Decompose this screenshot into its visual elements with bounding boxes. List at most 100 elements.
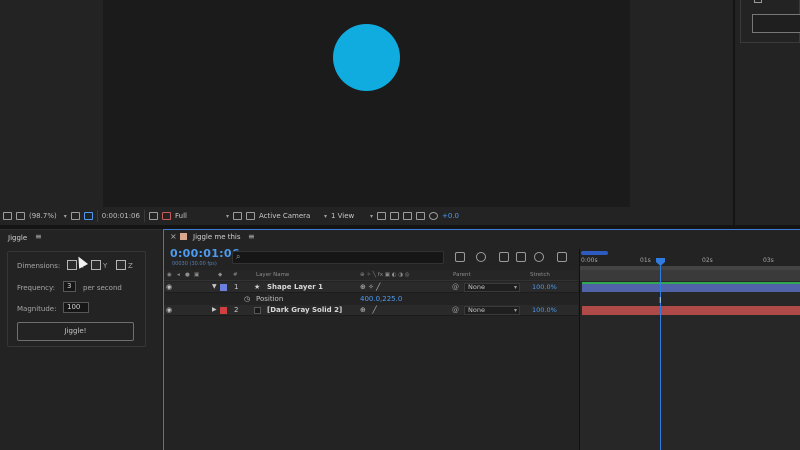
property-row[interactable]: ◷ Position 400.0,225.0 bbox=[164, 294, 578, 305]
stopwatch-icon[interactable]: ◷ bbox=[244, 295, 250, 303]
chevron-down-icon: ▾ bbox=[513, 284, 517, 291]
resolution-select[interactable]: Full ▾ bbox=[175, 212, 229, 220]
motion-blur-icon[interactable] bbox=[534, 252, 544, 262]
track-area[interactable] bbox=[579, 270, 800, 450]
pickwhip-icon[interactable]: @ bbox=[452, 283, 459, 291]
chevron-down-icon: ▾ bbox=[369, 212, 373, 220]
shape-star-icon: ★ bbox=[254, 283, 261, 291]
panel-menu-icon[interactable]: ≡ bbox=[248, 232, 255, 241]
comp-tab-title[interactable]: Jiggle me this bbox=[193, 233, 241, 241]
column-stretch[interactable]: Stretch bbox=[530, 272, 550, 278]
layer-row[interactable]: ◉ ▼ 1 ★ Shape Layer 1 ⊕ ✧ ╱ @ None ▾ 100… bbox=[164, 282, 578, 293]
shape-layer-circle[interactable] bbox=[333, 24, 400, 91]
ruler-tick: 01s bbox=[640, 257, 651, 264]
always-preview-icon[interactable] bbox=[3, 212, 12, 220]
solid-icon bbox=[254, 307, 261, 314]
magnitude-input[interactable]: 100 bbox=[63, 302, 89, 313]
comp-tab-swatch bbox=[180, 233, 187, 240]
camera-select[interactable]: Active Camera ▾ bbox=[259, 212, 327, 220]
exposure-icon[interactable] bbox=[428, 212, 438, 220]
exposure-value[interactable]: +0.0 bbox=[442, 212, 459, 220]
switches-icon[interactable]: ⊕ ✧ ╲ fx ▣ ◐ ◑ ◎ bbox=[360, 272, 410, 278]
label-tag-icon[interactable]: ◆ bbox=[218, 272, 222, 278]
layer-name[interactable]: Shape Layer 1 bbox=[267, 283, 323, 291]
show-channel-icon[interactable] bbox=[161, 212, 171, 220]
switches-icon[interactable]: ⊕ ╱ bbox=[360, 306, 377, 314]
ruler-tick: 0:00s bbox=[581, 257, 598, 264]
eye-icon[interactable]: ◉ bbox=[166, 283, 172, 291]
layer-number: 1 bbox=[234, 283, 239, 291]
chevron-down-icon: ▾ bbox=[323, 212, 327, 220]
frequency-input[interactable]: 3 bbox=[63, 281, 76, 292]
parent-value: None bbox=[468, 306, 485, 314]
divider bbox=[96, 210, 98, 222]
comp-mini-flowchart-icon[interactable] bbox=[455, 252, 465, 262]
draft-3d-icon[interactable] bbox=[476, 252, 486, 262]
parent-select[interactable]: None ▾ bbox=[464, 306, 520, 315]
right-panel-input[interactable] bbox=[752, 14, 800, 33]
snapshot-camera-icon[interactable] bbox=[148, 212, 158, 220]
av-features-eye-icon[interactable]: ◉ bbox=[167, 272, 172, 278]
layer-number: 2 bbox=[234, 306, 239, 314]
right-panel-checkbox[interactable] bbox=[754, 0, 762, 3]
current-timecode[interactable]: 0:00:01:06 bbox=[170, 247, 240, 260]
magnitude-label: Magnitude: bbox=[17, 305, 57, 313]
column-layer-name[interactable]: Layer Name bbox=[256, 272, 289, 278]
layer-1-duration-bar[interactable] bbox=[582, 284, 800, 292]
stretch-value[interactable]: 100.0% bbox=[532, 283, 557, 291]
timeline-icon[interactable] bbox=[402, 212, 412, 220]
graph-editor-icon[interactable] bbox=[557, 252, 567, 262]
fast-previews-icon[interactable] bbox=[389, 212, 399, 220]
property-name: Position bbox=[256, 295, 284, 303]
twirl-down-icon[interactable]: ▼ bbox=[212, 283, 217, 290]
camera-value: Active Camera bbox=[258, 212, 311, 220]
dimension-y-checkbox[interactable] bbox=[91, 260, 101, 270]
jiggle-button[interactable]: Jiggle! bbox=[17, 322, 134, 341]
zoom-level[interactable]: (98.7%) bbox=[29, 212, 57, 220]
shy-layers-icon[interactable] bbox=[499, 252, 509, 262]
pixel-aspect-icon[interactable] bbox=[376, 212, 386, 220]
label-color-swatch[interactable] bbox=[220, 284, 227, 291]
region-of-interest-icon[interactable] bbox=[232, 212, 242, 220]
switches-icon[interactable]: ⊕ ✧ ╱ bbox=[360, 283, 380, 291]
lock-icon[interactable]: ▣ bbox=[194, 272, 199, 278]
solo-icon[interactable]: ● bbox=[185, 272, 190, 278]
panel-menu-icon[interactable]: ≡ bbox=[35, 232, 42, 241]
frequency-label: Frequency: bbox=[17, 284, 56, 292]
viewer-toolbar: (98.7%) ▾ 0:00:01:06 Full ▾ Active Camer… bbox=[0, 207, 733, 225]
jiggle-panel-title[interactable]: Jiggle bbox=[8, 234, 27, 242]
frame-rate: 00030 (30.00 fps) bbox=[172, 261, 217, 267]
parent-value: None bbox=[468, 283, 485, 291]
playhead-line[interactable] bbox=[660, 262, 661, 450]
parent-select[interactable]: None ▾ bbox=[464, 283, 520, 292]
layer-name[interactable]: [Dark Gray Solid 2] bbox=[267, 306, 342, 314]
transparency-grid-icon[interactable] bbox=[245, 212, 255, 220]
column-number[interactable]: # bbox=[233, 272, 238, 278]
stretch-value[interactable]: 100.0% bbox=[532, 306, 557, 314]
comp-flowchart-icon[interactable] bbox=[415, 212, 425, 220]
layer-row[interactable]: ◉ ▶ 2 [Dark Gray Solid 2] ⊕ ╱ @ None ▾ 1… bbox=[164, 305, 578, 316]
pickwhip-icon[interactable]: @ bbox=[452, 306, 459, 314]
viewer-timecode[interactable]: 0:00:01:06 bbox=[102, 212, 140, 220]
ruler-tick: 02s bbox=[702, 257, 713, 264]
work-area-bar[interactable] bbox=[581, 251, 608, 255]
chevron-down-icon[interactable]: ▾ bbox=[64, 213, 67, 220]
frame-blending-icon[interactable] bbox=[516, 252, 526, 262]
monitor-icon[interactable] bbox=[16, 212, 25, 220]
label-color-swatch[interactable] bbox=[220, 307, 227, 314]
audio-icon[interactable]: ◂ bbox=[177, 272, 180, 278]
mask-visibility-icon[interactable] bbox=[83, 212, 93, 220]
view-layout-select[interactable]: 1 View ▾ bbox=[331, 212, 373, 220]
dimension-z-checkbox[interactable] bbox=[116, 260, 126, 270]
grid-guides-icon[interactable] bbox=[70, 212, 80, 220]
property-value[interactable]: 400.0,225.0 bbox=[360, 295, 402, 303]
track-header bbox=[580, 270, 800, 281]
layer-2-duration-bar[interactable] bbox=[582, 306, 800, 315]
dimension-z-label: Z bbox=[128, 262, 133, 270]
eye-icon[interactable]: ◉ bbox=[166, 306, 172, 314]
close-icon[interactable]: × bbox=[170, 232, 177, 241]
column-parent[interactable]: Parent bbox=[453, 272, 471, 278]
twirl-right-icon[interactable]: ▶ bbox=[212, 306, 217, 313]
layer-search-input[interactable] bbox=[232, 251, 444, 264]
resolution-value: Full bbox=[174, 212, 187, 220]
